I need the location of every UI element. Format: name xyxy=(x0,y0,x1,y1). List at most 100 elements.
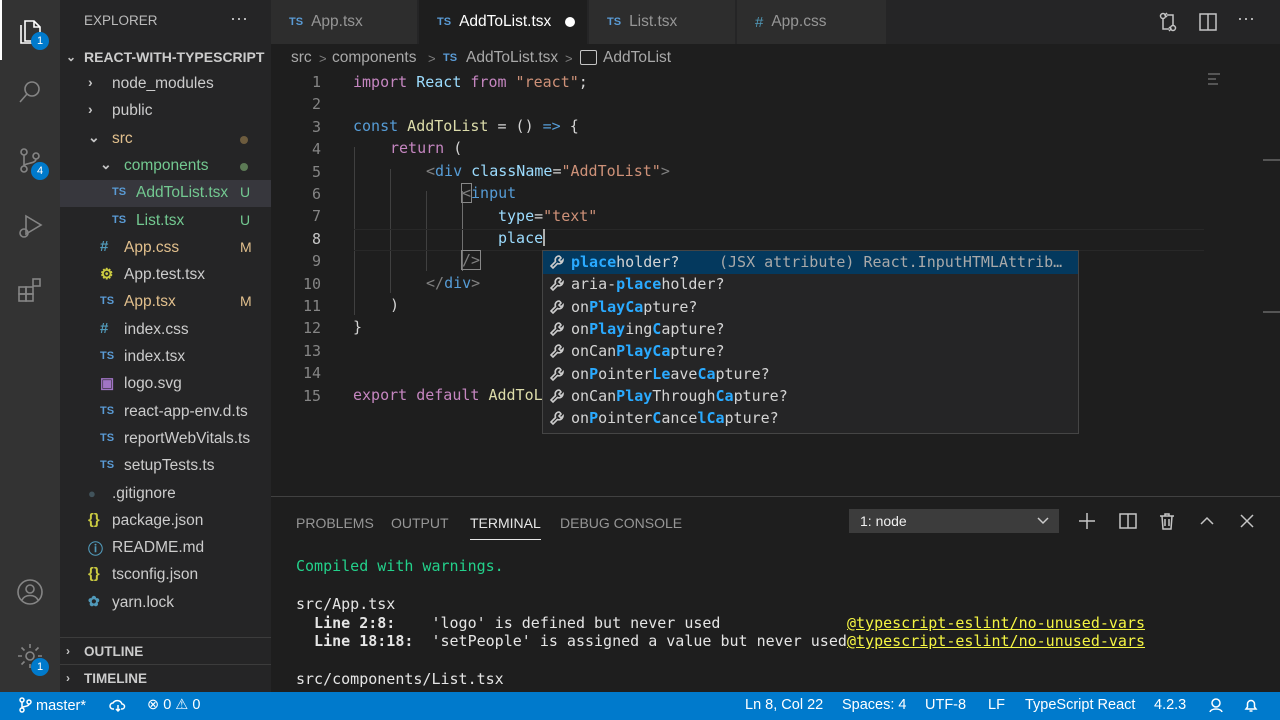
tree-item[interactable]: {} package.json xyxy=(60,508,271,535)
breadcrumb-components[interactable]: components xyxy=(332,49,416,67)
editor-scrollbar[interactable] xyxy=(1263,71,1280,496)
plus-icon xyxy=(1079,513,1095,529)
suggestion-item[interactable]: aria-placeholder? xyxy=(543,273,1078,296)
tree-item[interactable]: TS List.tsx U xyxy=(60,208,271,235)
split-editor-button[interactable] xyxy=(1197,11,1219,33)
terminal-rule-link[interactable]: @typescript-eslint/no-unused-vars xyxy=(847,614,1145,632)
kill-terminal-button[interactable] xyxy=(1157,511,1177,531)
split-terminal-button[interactable] xyxy=(1118,511,1138,531)
tree-item-label: react-app-env.d.ts xyxy=(124,402,248,420)
code-line-6: <input xyxy=(460,183,517,203)
chevron-right-icon: > xyxy=(319,51,327,66)
terminal-select[interactable]: 1: node xyxy=(849,509,1059,533)
svg-file-icon: ▣ xyxy=(100,375,115,393)
branch-indicator[interactable]: master* xyxy=(18,697,86,714)
new-terminal-button[interactable] xyxy=(1077,511,1097,531)
chevron-right-icon: › xyxy=(66,644,70,658)
line-number: 2 xyxy=(311,95,321,114)
close-panel-button[interactable] xyxy=(1237,511,1257,531)
tab-list-tsx[interactable]: TS List.tsx xyxy=(589,0,736,44)
tree-item[interactable]: ⓘ README.md xyxy=(60,535,271,562)
suggestion-item[interactable]: onPointerLeaveCapture? xyxy=(543,363,1078,386)
suggestion-item[interactable]: onPlayingCapture? xyxy=(543,318,1078,341)
chevron-down-icon: ⌄ xyxy=(88,128,100,145)
tree-item[interactable]: › node_modules xyxy=(60,71,271,98)
notifications-button[interactable] xyxy=(1243,697,1259,714)
timeline-section[interactable]: › TIMELINE xyxy=(60,664,271,691)
suggestion-item[interactable]: onCanPlayCapture? xyxy=(543,340,1078,363)
chevron-down-icon: ⌄ xyxy=(100,155,112,172)
tree-item[interactable]: ● .gitignore xyxy=(60,481,271,508)
breadcrumb-symbol[interactable]: AddToList xyxy=(603,49,671,67)
tree-item[interactable]: ⚙ App.test.tsx xyxy=(60,262,271,289)
code-line-8: place xyxy=(498,229,546,247)
suggestion-item[interactable]: onPlayCapture? xyxy=(543,296,1078,319)
tree-item[interactable]: TS index.tsx xyxy=(60,344,271,371)
open-changes-button[interactable] xyxy=(1157,11,1179,33)
autocomplete-suggestions: placeholder? (JSX attribute) React.InputH… xyxy=(542,250,1079,434)
tree-item[interactable]: › public xyxy=(60,98,271,125)
maximize-panel-button[interactable] xyxy=(1197,511,1217,531)
encoding[interactable]: UTF-8 xyxy=(925,697,966,713)
ts-file-icon: TS xyxy=(112,186,127,199)
tree-item-label: node_modules xyxy=(112,75,214,92)
suggestion-item[interactable]: placeholder? (JSX attribute) React.InputH… xyxy=(543,251,1078,274)
tree-item[interactable]: ✿ yarn.lock xyxy=(60,590,271,617)
tree-item[interactable]: TS App.tsx M xyxy=(60,289,271,316)
unsaved-dot-icon[interactable] xyxy=(565,17,576,27)
minimap[interactable] xyxy=(1208,71,1224,85)
tab-problems[interactable]: PROBLEMS xyxy=(296,515,374,531)
terminal-select-value: 1: node xyxy=(860,513,907,529)
end-of-line[interactable]: LF xyxy=(988,697,1005,713)
wrench-icon xyxy=(549,410,565,426)
indentation[interactable]: Spaces: 4 xyxy=(842,697,907,713)
tree-item[interactable]: ⌄ components xyxy=(60,153,271,180)
breadcrumb-file[interactable]: AddToList.tsx xyxy=(466,49,558,67)
tab-debug-console[interactable]: DEBUG CONSOLE xyxy=(560,515,682,531)
terminal-rule-link[interactable]: @typescript-eslint/no-unused-vars xyxy=(847,632,1145,650)
extensions-activity[interactable] xyxy=(0,260,60,320)
search-icon xyxy=(19,81,40,103)
tree-item[interactable]: TS setupTests.ts xyxy=(60,453,271,480)
tab-app-css[interactable]: # App.css xyxy=(737,0,887,44)
code-line-1: import React from "react"; xyxy=(353,73,588,91)
tab-addtolist-tsx[interactable]: TS AddToList.tsx xyxy=(419,0,588,44)
tab-label: List.tsx xyxy=(629,13,678,30)
explorer-activity[interactable]: 1 xyxy=(0,0,60,60)
code-line-10: </div> xyxy=(426,274,481,292)
tab-output[interactable]: OUTPUT xyxy=(391,515,449,531)
outline-section[interactable]: › OUTLINE xyxy=(60,637,271,664)
accounts-activity[interactable] xyxy=(0,562,60,622)
tab-app-tsx[interactable]: TS App.tsx xyxy=(271,0,418,44)
tree-item[interactable]: {} tsconfig.json xyxy=(60,562,271,589)
editor-more-button[interactable]: ··· xyxy=(1237,8,1259,30)
sync-button[interactable] xyxy=(109,697,127,714)
chevron-down-icon xyxy=(1037,517,1049,525)
run-debug-activity[interactable] xyxy=(0,195,60,255)
ts-version[interactable]: 4.2.3 xyxy=(1154,697,1186,713)
git-status-badge: U xyxy=(240,184,251,201)
project-folder-header[interactable]: ⌄ REACT-WITH-TYPESCRIPT xyxy=(60,45,271,71)
tree-item[interactable]: # App.css M xyxy=(60,235,271,262)
suggestion-item[interactable]: onPointerCancelCapture? xyxy=(543,407,1078,430)
language-mode[interactable]: TypeScript React xyxy=(1025,697,1135,713)
terminal-line: src/components/List.tsx xyxy=(296,670,504,688)
suggestion-item[interactable]: onCanPlayThroughCapture? xyxy=(543,385,1078,408)
manage-activity[interactable]: 1 xyxy=(0,626,60,686)
source-control-activity[interactable]: 4 xyxy=(0,130,60,190)
problems-indicator[interactable]: ⊗ 0 ⚠ 0 xyxy=(147,697,200,713)
tab-terminal[interactable]: TERMINAL xyxy=(470,515,541,540)
cursor-position[interactable]: Ln 8, Col 22 xyxy=(745,697,823,713)
tree-item[interactable]: TS react-app-env.d.ts xyxy=(60,399,271,426)
feedback-button[interactable] xyxy=(1207,697,1225,714)
tree-item[interactable]: ▣ logo.svg xyxy=(60,371,271,398)
more-actions-button[interactable]: ··· xyxy=(230,8,248,29)
breadcrumb-src[interactable]: src xyxy=(291,49,312,67)
search-activity[interactable] xyxy=(0,62,60,122)
tree-item[interactable]: # index.css xyxy=(60,317,271,344)
line-number: 9 xyxy=(311,252,321,271)
tree-item[interactable]: TS reportWebVitals.ts xyxy=(60,426,271,453)
chevron-down-icon: ⌄ xyxy=(66,50,77,64)
tree-item[interactable]: ⌄ src xyxy=(60,126,271,153)
tree-item[interactable]: TS AddToList.tsx U xyxy=(60,180,271,208)
